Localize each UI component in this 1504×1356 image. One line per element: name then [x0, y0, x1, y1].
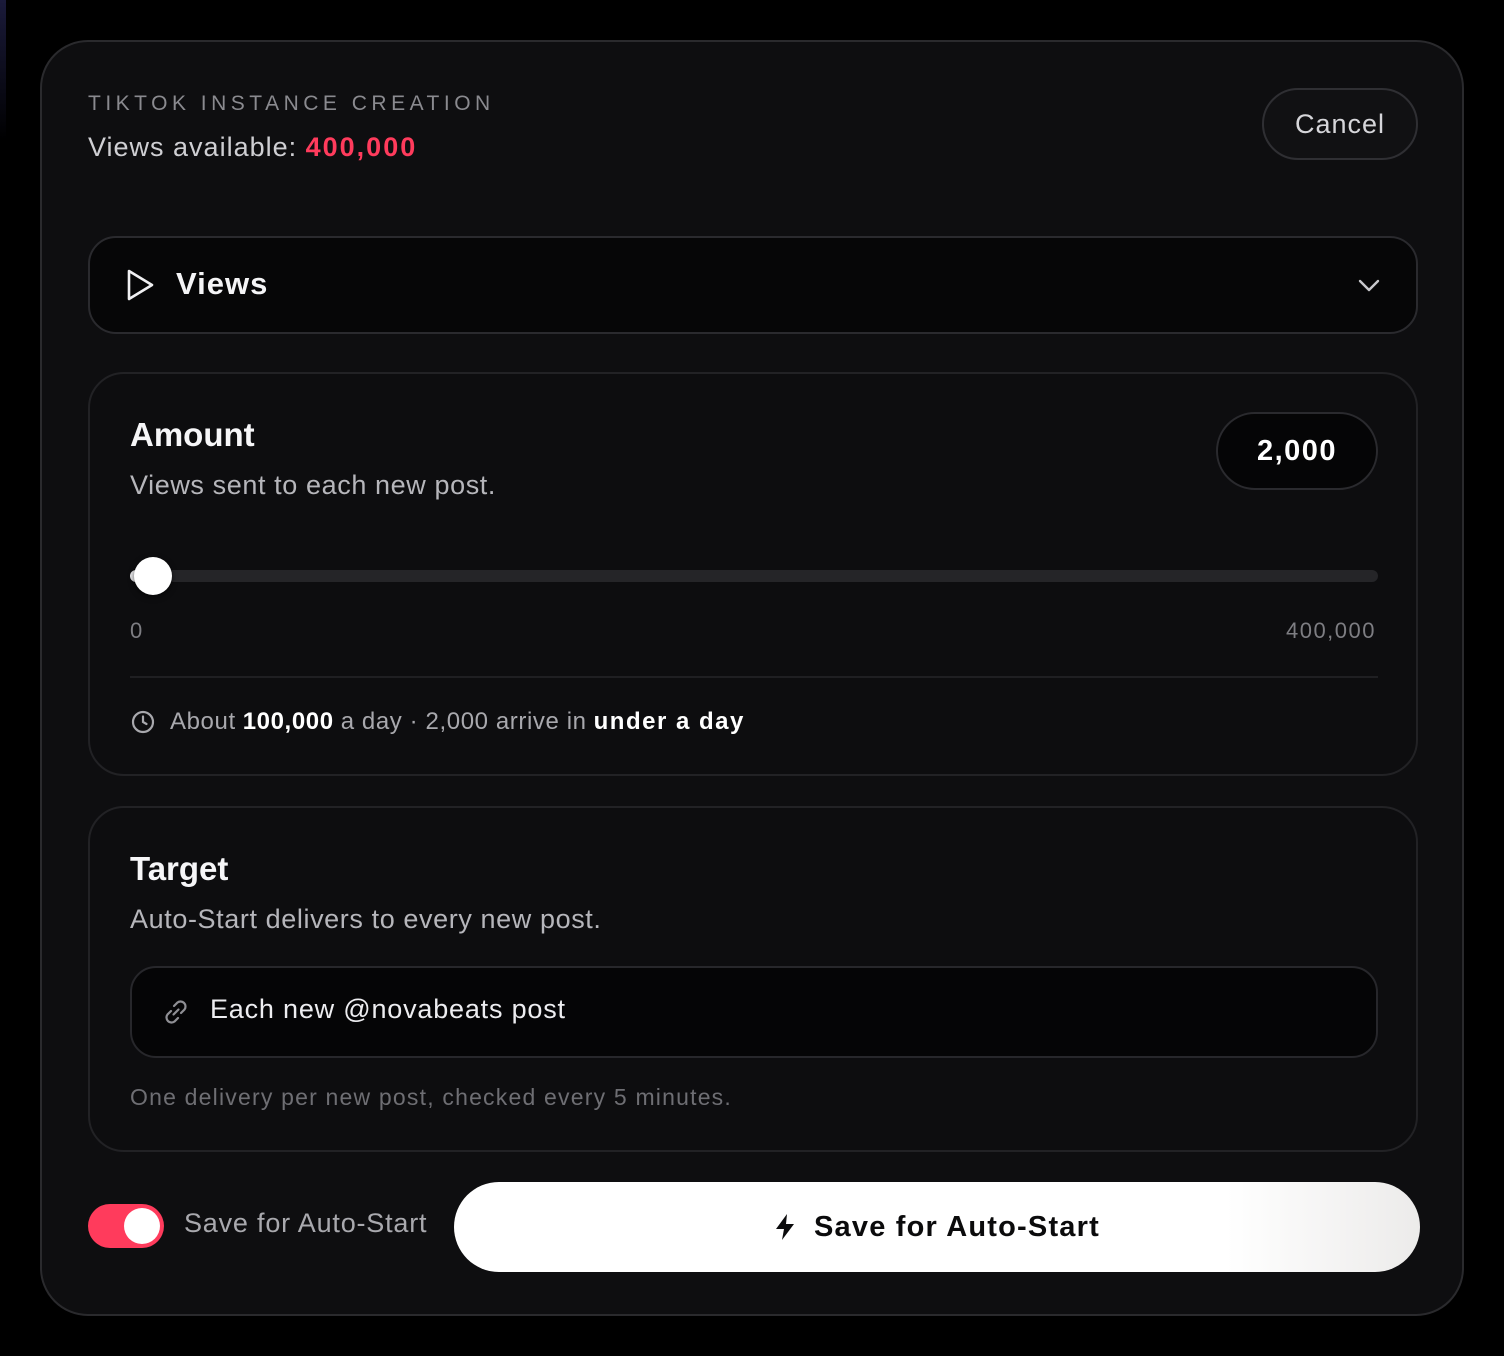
clock-icon: [131, 710, 155, 734]
views-available-label: Views available:: [88, 132, 306, 162]
eta-middle: a day · 2,000 arrive in: [340, 708, 587, 735]
amount-card: Amount Views sent to each new post. 2,00…: [88, 372, 1418, 776]
amount-subtitle: Views sent to each new post.: [130, 470, 497, 500]
views-available-value: 400,000: [305, 132, 418, 162]
target-note: One delivery per new post, checked every…: [130, 1084, 732, 1110]
divider: [130, 676, 1378, 678]
service-select[interactable]: Views: [88, 236, 1418, 334]
target-subtitle: Auto-Start delivers to every new post.: [130, 904, 602, 934]
target-card: Target Auto-Start delivers to every new …: [88, 806, 1418, 1152]
eta-duration: under a day: [593, 708, 745, 735]
amount-slider-thumb[interactable]: [134, 557, 172, 595]
target-title: Target: [130, 850, 229, 887]
service-select-label: Views: [176, 266, 269, 301]
link-icon: [165, 1000, 187, 1024]
target-field[interactable]: Each new @novabeats post: [130, 966, 1378, 1058]
toggle-knob: [124, 1208, 160, 1244]
eta-prefix: About: [170, 708, 236, 735]
amount-title: Amount: [130, 416, 255, 453]
save-auto-start-label: Save for Auto-Start: [814, 1210, 1100, 1243]
amount-input[interactable]: 2,000: [1216, 412, 1378, 490]
eta-rate: 100,000: [242, 708, 334, 735]
slider-min-label: 0: [130, 618, 144, 643]
amount-slider[interactable]: [130, 557, 1378, 595]
play-icon: [127, 269, 154, 301]
dialog-eyebrow: TIKTOK INSTANCE CREATION: [88, 92, 495, 115]
chevron-down-icon: [1358, 279, 1380, 292]
auto-start-toggle[interactable]: [88, 1204, 164, 1248]
views-available: Views available: 400,000: [88, 132, 417, 163]
bolt-icon: [776, 1214, 794, 1240]
save-auto-start-button[interactable]: Save for Auto-Start: [454, 1182, 1420, 1272]
delivery-estimate: About 100,000 a day · 2,000 arrive in un…: [130, 708, 745, 736]
target-field-value: Each new @novabeats post: [210, 994, 566, 1024]
instance-creation-dialog: TIKTOK INSTANCE CREATION Views available…: [40, 40, 1464, 1316]
auto-start-toggle-label: Save for Auto-Start: [184, 1208, 428, 1238]
cancel-button[interactable]: Cancel: [1262, 88, 1418, 160]
background-edge: [0, 0, 6, 140]
slider-max-label: 400,000: [1285, 618, 1376, 643]
